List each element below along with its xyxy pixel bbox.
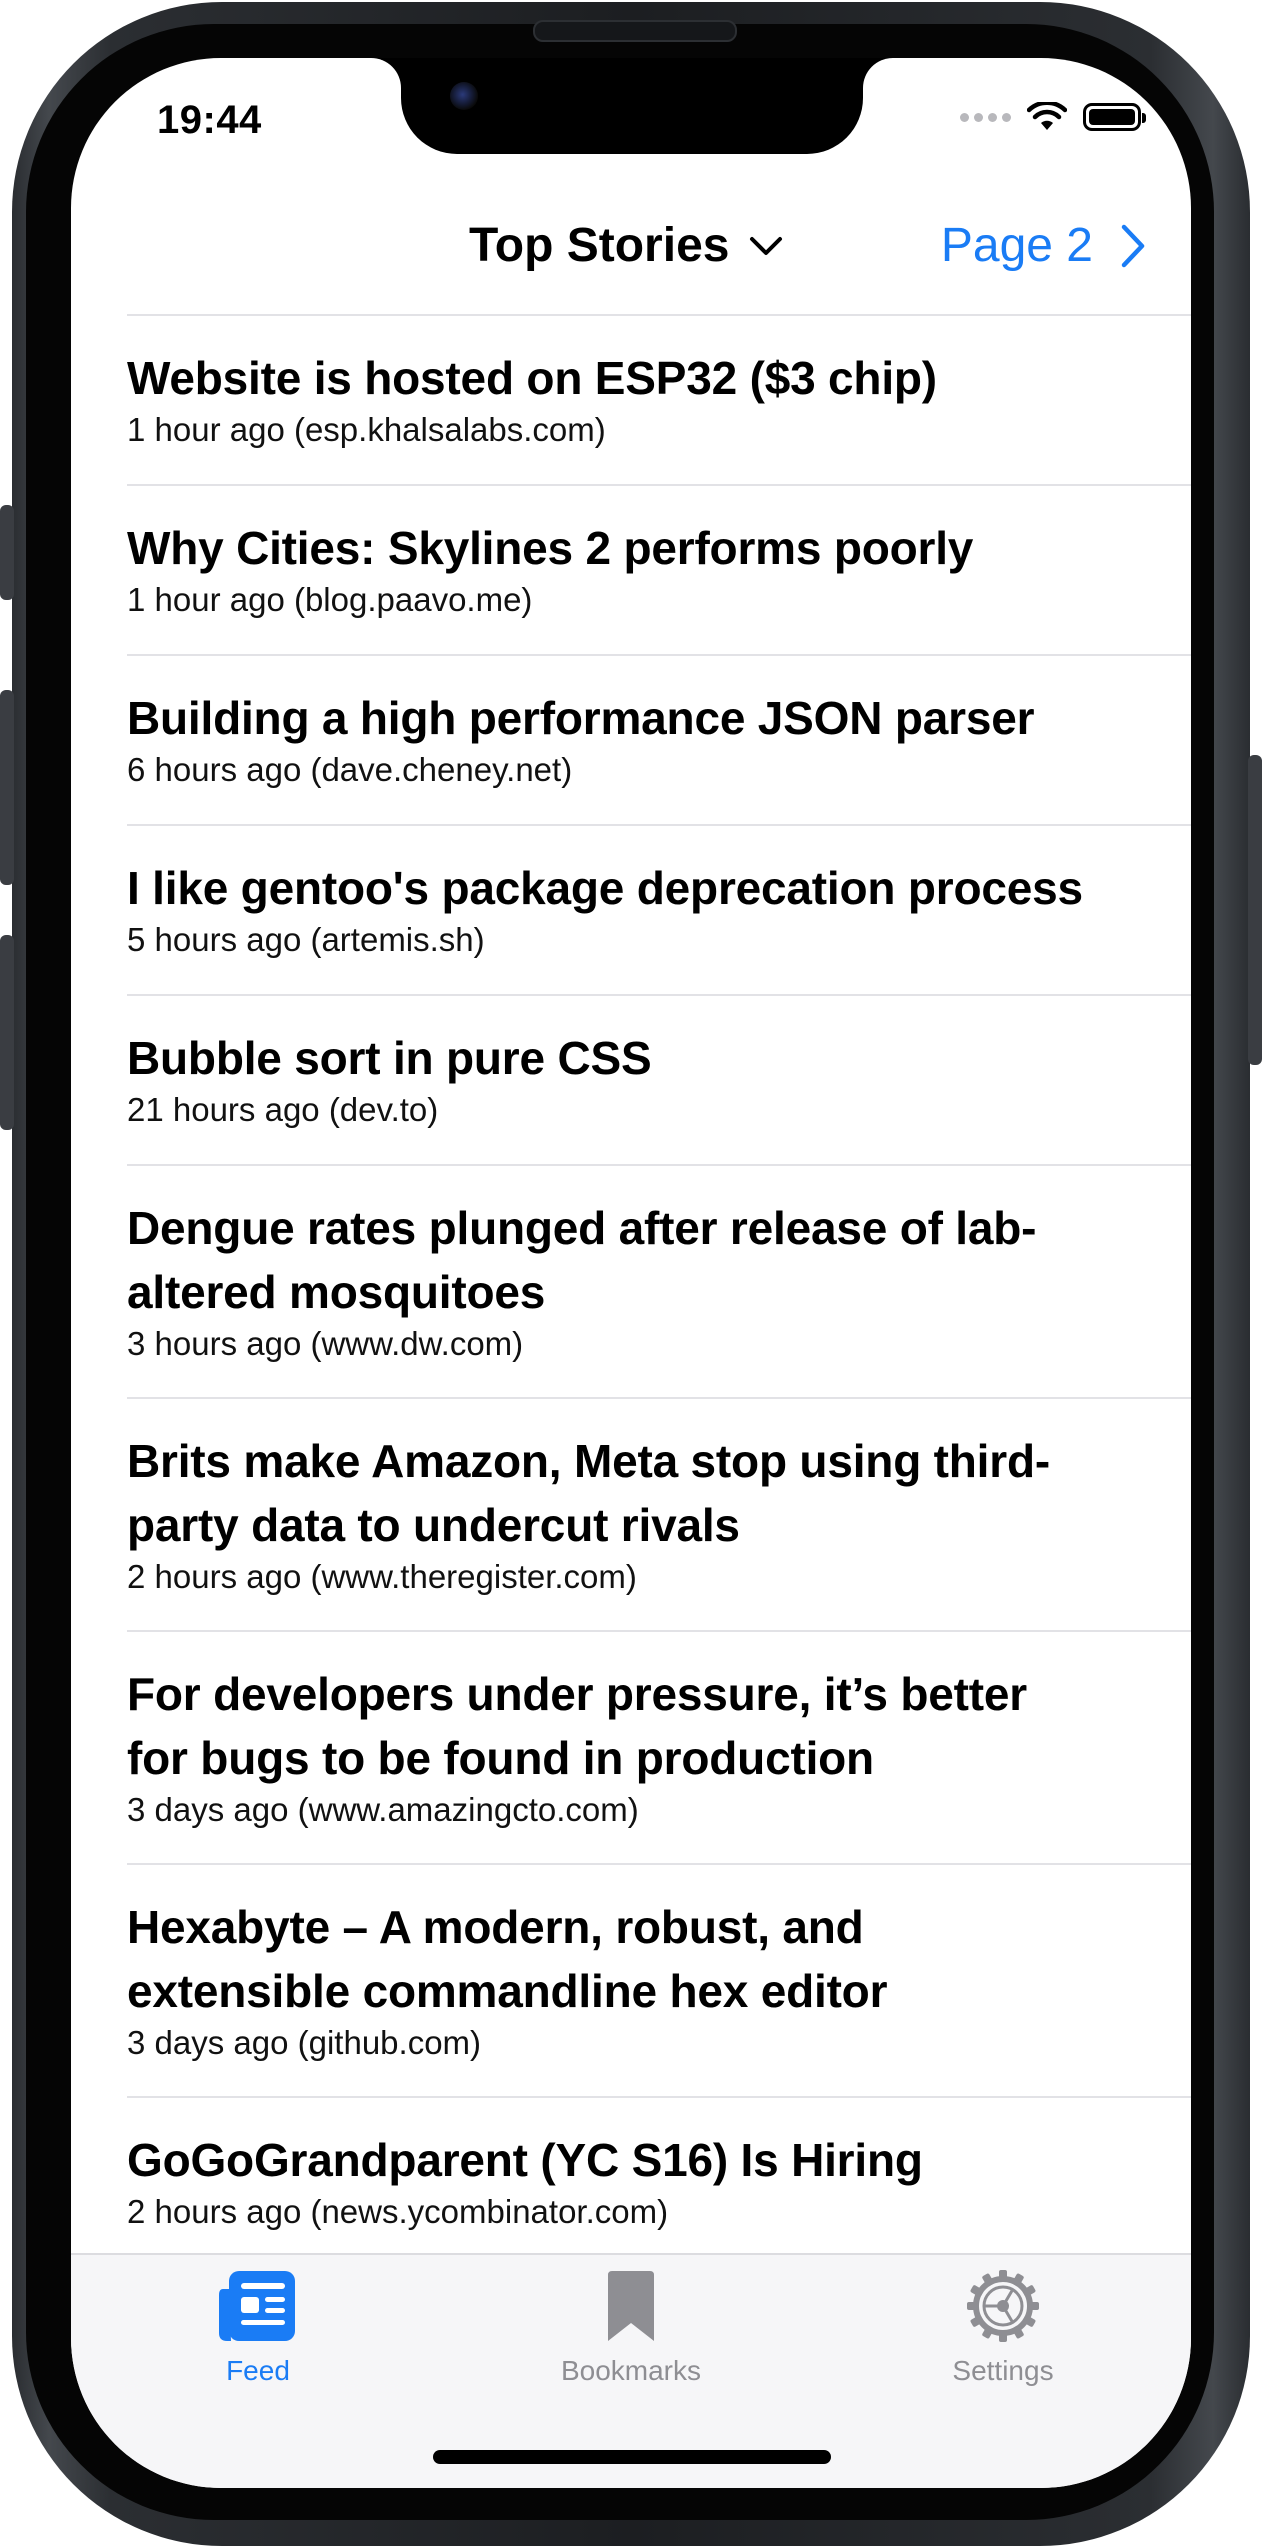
story-item[interactable]: Why Cities: Skylines 2 performs poorly 1… <box>127 484 1191 654</box>
power-button <box>1248 755 1262 1065</box>
story-item[interactable]: Dengue rates plunged after release of la… <box>127 1164 1191 1397</box>
story-title: Bubble sort in pure CSS <box>127 1032 652 1084</box>
story-title: Website is hosted on ESP32 ($3 chip) <box>127 352 937 404</box>
story-title: Building a high performance JSON parser <box>127 692 1035 744</box>
story-meta: 3 days ago (github.com) <box>127 2024 482 2061</box>
next-page-button[interactable]: Page 2 <box>941 218 1145 273</box>
story-item[interactable]: GoGoGrandparent (YC S16) Is Hiring 2 hou… <box>127 2096 1191 2266</box>
story-meta: 3 days ago (www.amazingcto.com) <box>127 1791 639 1828</box>
story-item[interactable]: I like gentoo's package deprecation proc… <box>127 824 1191 994</box>
story-title: Why Cities: Skylines 2 performs poorly <box>127 522 974 574</box>
story-meta: 1 hour ago (blog.paavo.me) <box>127 581 533 618</box>
story-item[interactable]: Building a high performance JSON parser … <box>127 654 1191 824</box>
story-title-line-2: party data to undercut rivals <box>127 1499 740 1551</box>
tab-label: Feed <box>226 2355 290 2386</box>
home-indicator[interactable] <box>433 2450 831 2464</box>
volume-up-button <box>0 690 14 885</box>
chevron-down-icon <box>750 236 783 255</box>
tab-settings[interactable]: Settings <box>873 2269 1133 2387</box>
story-title-line-1: Hexabyte – A modern, robust, and <box>127 1901 864 1953</box>
status-time: 19:44 <box>157 98 262 142</box>
screen: 19:44 Top Stories Page 2 Website is host… <box>71 58 1191 2488</box>
front-camera <box>450 82 478 110</box>
gear-icon <box>967 2270 1039 2342</box>
story-item[interactable]: For developers under pressure, it’s bett… <box>127 1630 1191 1863</box>
story-title-line-1: For developers under pressure, it’s bett… <box>127 1668 1027 1720</box>
story-title: I like gentoo's package deprecation proc… <box>127 862 1083 914</box>
story-meta: 21 hours ago (dev.to) <box>127 1091 439 1128</box>
story-item[interactable]: Brits make Amazon, Meta stop using third… <box>127 1397 1191 1630</box>
story-title-line-1: Brits make Amazon, Meta stop using third… <box>127 1435 1050 1487</box>
bookmark-icon <box>608 2271 654 2341</box>
chevron-right-icon <box>1121 224 1145 267</box>
tab-bookmarks[interactable]: Bookmarks <box>501 2269 761 2387</box>
story-item[interactable]: Bubble sort in pure CSS 21 hours ago (de… <box>127 994 1191 1164</box>
cellular-signal-icon <box>960 112 1011 122</box>
story-meta: 6 hours ago (dave.cheney.net) <box>127 751 573 788</box>
tab-label: Bookmarks <box>560 2355 702 2386</box>
story-title-line-2: for bugs to be found in production <box>127 1732 874 1784</box>
tab-feed[interactable]: Feed <box>128 2269 388 2387</box>
story-meta: 5 hours ago (artemis.sh) <box>127 921 485 958</box>
battery-icon <box>1083 103 1146 131</box>
story-list: Website is hosted on ESP32 ($3 chip) 1 h… <box>127 314 1191 2266</box>
story-item[interactable]: Website is hosted on ESP32 ($3 chip) 1 h… <box>127 314 1191 484</box>
story-meta: 3 hours ago (www.dw.com) <box>127 1325 524 1362</box>
newspaper-icon <box>219 2271 295 2341</box>
story-meta: 2 hours ago (www.theregister.com) <box>127 1558 637 1595</box>
story-title-line-2: extensible commandline hex editor <box>127 1965 888 2017</box>
status-icons <box>960 102 1146 132</box>
story-meta: 2 hours ago (news.ycombinator.com) <box>127 2193 669 2230</box>
story-item[interactable]: Hexabyte – A modern, robust, and extensi… <box>127 1863 1191 2096</box>
ringer-switch <box>0 505 14 600</box>
page-label: Page 2 <box>940 219 1093 272</box>
volume-down-button <box>0 935 14 1130</box>
earpiece-speaker <box>533 20 737 42</box>
story-meta: 1 hour ago (esp.khalsalabs.com) <box>127 411 606 448</box>
tab-label: Settings <box>952 2355 1054 2386</box>
feed-selector[interactable]: Top Stories <box>469 218 783 273</box>
story-title-line-1: Dengue rates plunged after release of la… <box>127 1202 1037 1254</box>
story-title: GoGoGrandparent (YC S16) Is Hiring <box>127 2134 923 2186</box>
phone-device: 19:44 Top Stories Page 2 Website is host… <box>0 0 1262 2548</box>
story-title-line-2: altered mosquitoes <box>127 1266 546 1318</box>
nav-title: Top Stories <box>469 219 730 272</box>
wifi-icon <box>1027 102 1067 130</box>
